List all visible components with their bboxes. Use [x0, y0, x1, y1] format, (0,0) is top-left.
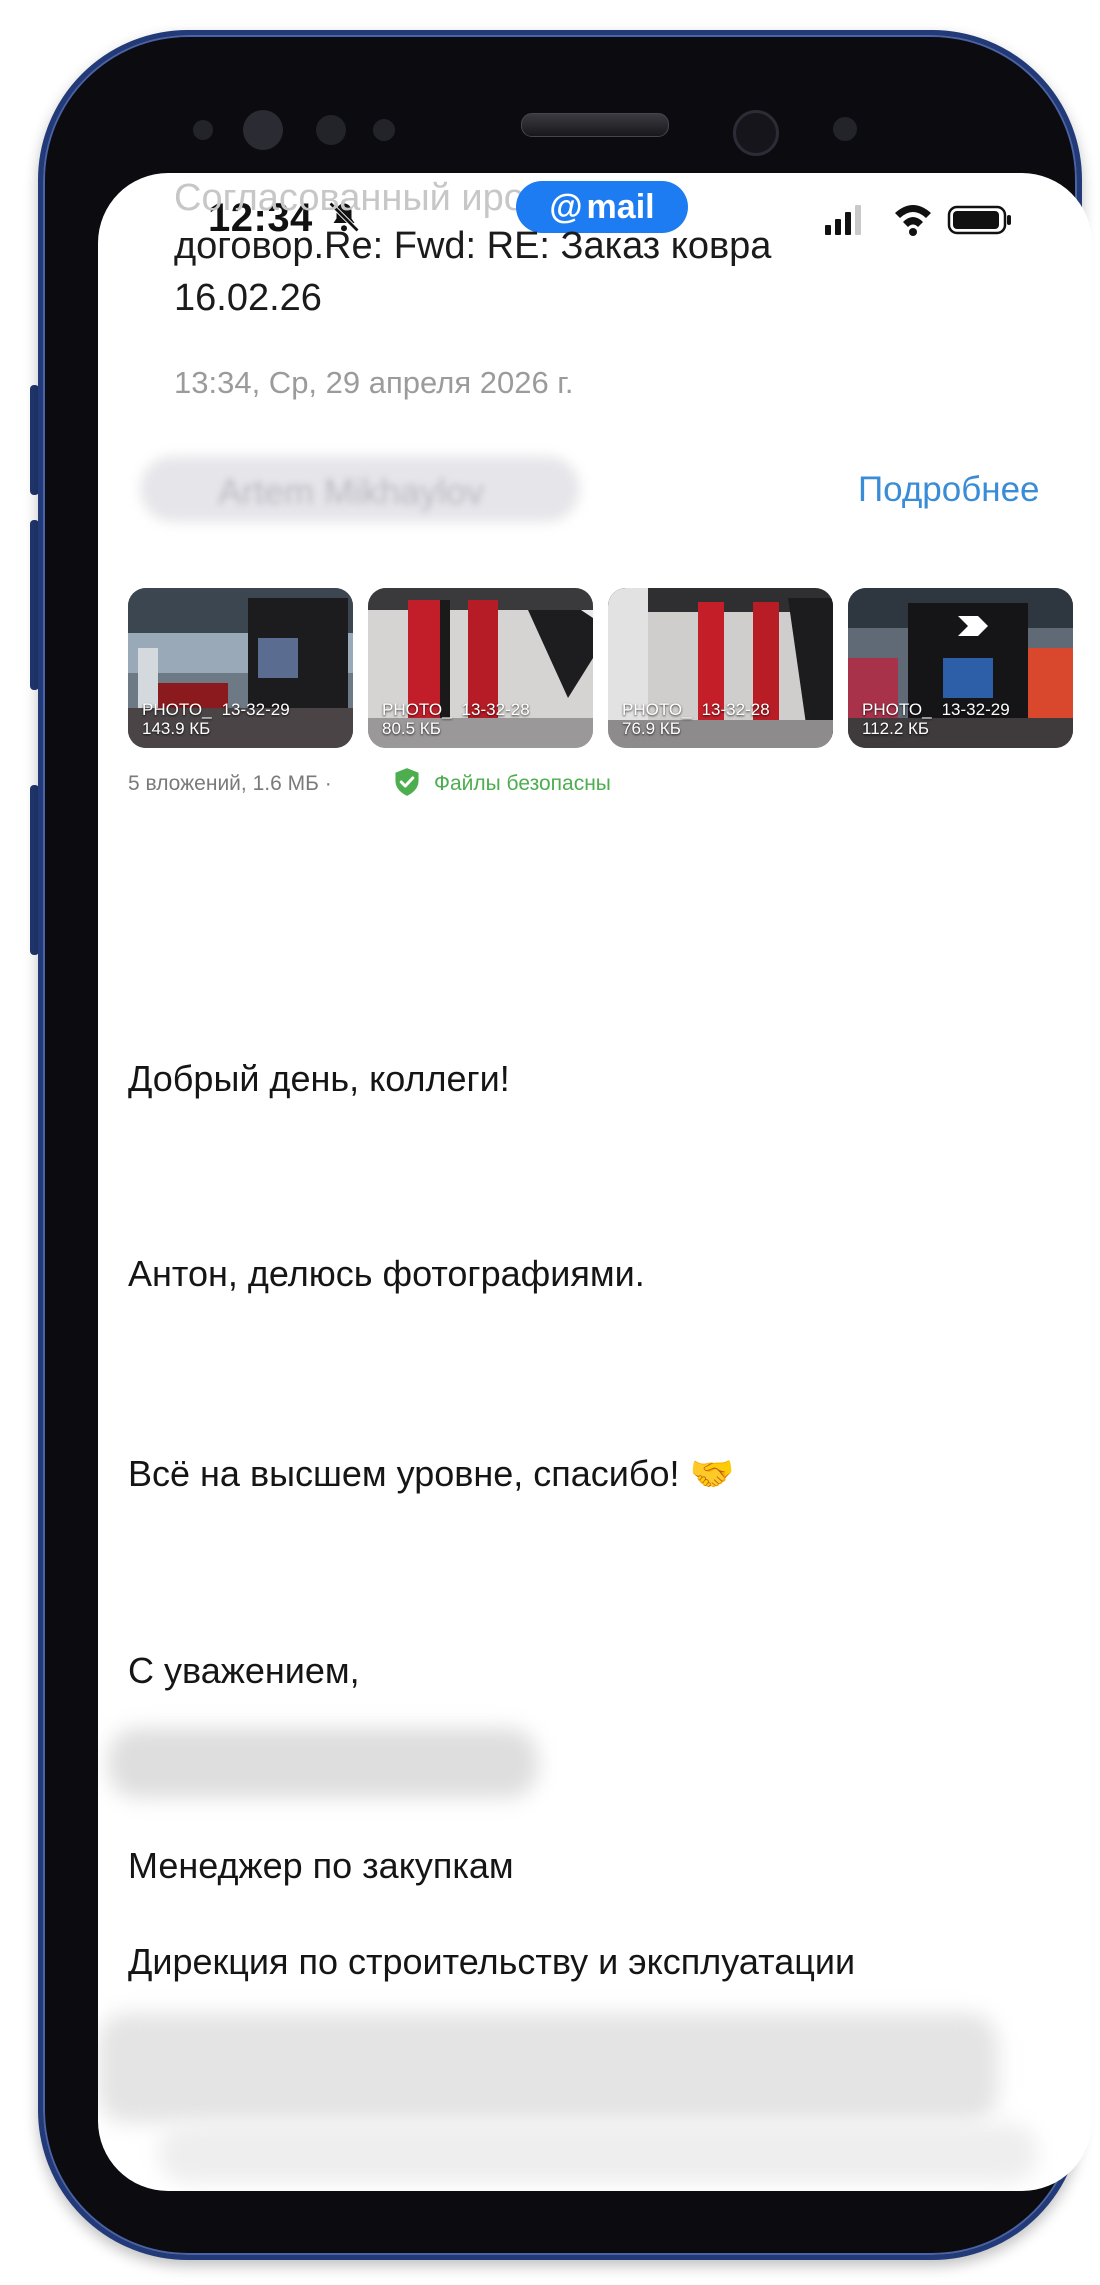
sensor-light — [373, 119, 395, 141]
signature-position: Менеджер по закупкам — [128, 1845, 514, 1886]
sensor-proximity — [316, 115, 346, 145]
subject-line-3: 16.02.26 — [174, 277, 322, 319]
sensor-left — [193, 120, 213, 140]
attachment-name: PHOTO_ — [142, 700, 212, 719]
details-link[interactable]: Подробнее — [858, 470, 1040, 510]
attachment-time: 13-32-29 — [941, 700, 1010, 719]
attachment-caption: PHOTO_ 13-32-29 143.9 КБ — [142, 700, 290, 738]
signature-footer-redacted-2 — [158, 2123, 1038, 2183]
attachment-name: PHOTO_ — [862, 700, 932, 719]
files-safe-label: Файлы безопасны — [434, 772, 611, 795]
attachment-caption: PHOTO_ 13-32-29 112.2 КБ — [862, 700, 1010, 738]
attachment-name: PHOTO_ — [382, 700, 452, 719]
signature-name-redacted — [108, 1728, 538, 1798]
attachment-thumbnail[interactable]: PHOTO_ 13-32-28 80.5 КБ — [368, 588, 593, 748]
attachment-size: 112.2 КБ — [862, 719, 930, 738]
phone-frame: 12:34 С⁠огласованный ирова… @ mail — [38, 30, 1092, 2260]
attachment-size: 80.5 КБ — [382, 719, 441, 738]
body-line-thanks: Всё на высшем уровне, спасибо! 🤝 — [128, 1453, 735, 1494]
sender-name: Artem Mikhaylov — [218, 471, 485, 512]
attachment-caption: PHOTO_ 13-32-28 76.9 КБ — [622, 700, 770, 738]
signature-footer-redacted — [98, 2013, 998, 2123]
shield-check-icon — [395, 768, 419, 796]
sensor-iris — [243, 110, 283, 150]
attachment-time: 13-32-28 — [701, 700, 770, 719]
attachment-time: 13-32-29 — [221, 700, 290, 719]
attachment-caption: PHOTO_ 13-32-28 80.5 КБ — [382, 700, 530, 738]
body-closing: С уважением, — [128, 1650, 360, 1691]
front-camera — [733, 110, 779, 156]
attachment-thumbnail[interactable]: PHOTO_ 13-32-28 76.9 КБ — [608, 588, 833, 748]
earpiece-speaker — [521, 113, 669, 137]
attachment-name: PHOTO_ — [622, 700, 692, 719]
body-line-photos: Антон, делюсь фотографиями. — [128, 1253, 645, 1294]
message-date: 13:34, Ср, 29 апреля 2026 г. — [174, 365, 574, 400]
body-greeting: Добрый день, коллеги! — [128, 1058, 510, 1099]
attachments-summary: 5 вложений, 1.6 МБ · — [128, 772, 332, 795]
attachment-thumbnail[interactable]: PHOTO_ 13-32-29 143.9 КБ — [128, 588, 353, 748]
attachment-thumbnail[interactable]: PHOTO_ 13-32-29 112.2 КБ — [848, 588, 1073, 748]
signature-department: Дирекция по строительству и эксплуатации — [128, 1941, 856, 1982]
attachment-size: 143.9 КБ — [142, 719, 211, 738]
screen: 12:34 С⁠огласованный ирова… @ mail — [98, 173, 1092, 2191]
attachment-time: 13-32-28 — [461, 700, 530, 719]
attachment-size: 76.9 КБ — [622, 719, 681, 738]
sensor-right — [833, 117, 857, 141]
subject-line-2: договор.Re: Fwd: RE: Заказ ковра — [174, 225, 772, 267]
